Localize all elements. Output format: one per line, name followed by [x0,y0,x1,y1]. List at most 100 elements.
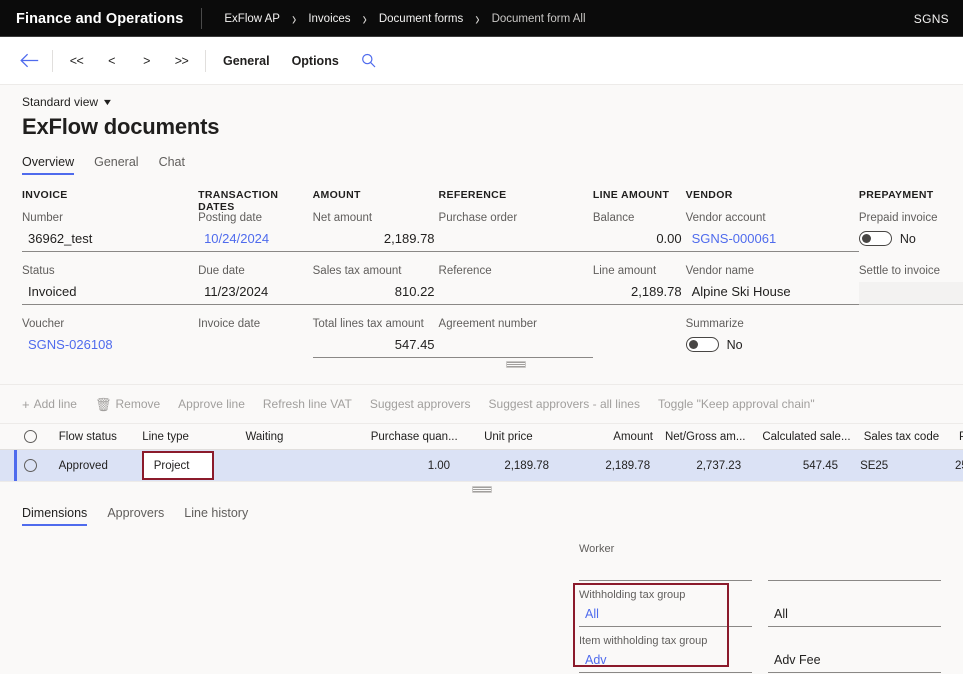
field-posting-date: Posting date 10/24/2024 [198,211,313,252]
search-icon[interactable] [354,47,384,75]
tab-chat[interactable]: Chat [149,153,195,175]
input-vendor-name[interactable]: Alpine Ski House [685,282,859,305]
menu-options[interactable]: Options [281,49,350,73]
form-resize-grip[interactable] [439,361,593,368]
field-due-date: Due date 11/23/2024 [198,264,313,305]
field-summarize: Summarize No [685,317,859,352]
record-pager: << < > >> [59,50,199,72]
label-purchase-order: Purchase order [438,212,518,224]
suggest-approvers-button[interactable]: Suggest approvers [361,394,480,414]
column-header-flow-status[interactable]: Flow status [47,431,136,443]
page-title: ExFlow documents [22,114,220,139]
field-line-amount: Line amount 2,189.78 [592,264,686,305]
link-voucher[interactable]: SGNS-026108 [22,335,198,357]
input-sales-tax-amount[interactable]: 810.22 [312,282,439,305]
column-header-unit-price[interactable]: Unit price [466,431,569,443]
link-item-withholding-tax-group[interactable]: Adv [579,651,752,673]
input-total-lines-tax-amount[interactable]: 547.45 [312,335,439,358]
company-indicator[interactable]: SGNS [914,12,949,26]
input-invoice-date[interactable] [198,335,313,357]
back-arrow-icon[interactable] [12,46,46,76]
field-purchase-order: Purchase order [438,211,593,252]
group-line-amount: LINE AMOUNT Balance 0.00 Line amount 2,1… [592,189,686,380]
field-vendor-name: Vendor name Alpine Ski House [685,264,859,305]
refresh-line-vat-button[interactable]: Refresh line VAT [254,394,361,414]
link-withholding-tax-group[interactable]: All [579,605,752,627]
tab-approvers[interactable]: Approvers [97,504,174,526]
column-header-purchase-quantity[interactable]: Purchase quan... [347,431,466,443]
field-item-withholding-tax-group: Item withholding tax group Adv [579,627,752,673]
field-withholding-tax-group-name: All [768,581,941,627]
chevron-right-icon: › [362,7,367,30]
column-header-amount[interactable]: Amount [570,431,659,443]
group-invoice: INVOICE Number 36962_test Status Invoice… [22,189,199,380]
breadcrumb-item-0[interactable]: ExFlow AP [224,13,280,25]
input-line-amount[interactable]: 2,189.78 [592,282,686,305]
chevron-down-icon: ▼ [101,97,114,107]
dimensions-left-column: Worker Withholding tax group All Item wi… [579,535,752,673]
input-number[interactable]: 36962_test [22,229,199,252]
input-withholding-tax-group-name[interactable]: All [768,605,941,627]
command-divider [52,49,53,72]
tab-overview[interactable]: Overview [22,153,84,175]
column-header-waiting[interactable]: Waiting [239,431,346,443]
last-record-button[interactable]: >> [164,50,199,72]
tab-general[interactable]: General [84,153,148,175]
link-vendor-account[interactable]: SGNS-000061 [685,229,859,252]
cell-line-type[interactable]: Project [141,451,214,480]
field-item-withholding-tax-group-name: Adv Fee [768,627,941,673]
breadcrumb-item-2[interactable]: Document forms [379,13,463,25]
cell-purchase-quantity: 1.00 [427,459,451,472]
page-tabstrip: Overview General Chat [0,153,963,175]
input-reference[interactable] [438,282,593,305]
input-balance[interactable]: 0.00 [592,229,686,252]
input-worker-name[interactable] [768,559,941,581]
cell-flow-status: Approved [58,459,108,472]
menu-general[interactable]: General [212,49,281,73]
breadcrumb: ExFlow AP › Invoices › Document forms › … [202,8,586,30]
field-reference: Reference [438,264,593,305]
toggle-summarize[interactable] [685,337,719,352]
input-purchase-order[interactable] [438,229,593,252]
first-record-button[interactable]: << [59,50,94,72]
input-item-withholding-tax-group-name[interactable]: Adv Fee [768,651,941,673]
input-posting-date[interactable]: 10/24/2024 [198,229,313,252]
select-all-header[interactable] [0,430,47,443]
approve-line-button[interactable]: Approve line [169,394,254,414]
field-net-amount: Net amount 2,189.78 [312,211,439,252]
column-header-net-gross-amount[interactable]: Net/Gross am... [659,431,754,443]
suggest-approvers-all-lines-button[interactable]: Suggest approvers - all lines [480,394,649,414]
dimensions-panel: Worker Withholding tax group All Item wi… [0,526,963,674]
column-header-line-type[interactable]: Line type [136,431,239,443]
toggle-prepaid-invoice[interactable] [858,231,892,246]
column-header-calculated-sales-tax[interactable]: Calculated sale... [754,431,857,443]
input-due-date[interactable]: 11/23/2024 [198,282,313,305]
table-row[interactable]: Approved Project 1.00 2,189.78 2,189.78 … [0,450,963,481]
input-settle-to-invoice[interactable] [858,282,963,305]
column-header-percent[interactable]: Percent [953,431,963,443]
column-header-sales-tax-code[interactable]: Sales tax code [858,431,953,443]
input-status[interactable]: Invoiced [22,282,199,305]
tab-line-history[interactable]: Line history [174,504,258,526]
group-reference: REFERENCE Purchase order Reference Agree… [438,189,593,380]
row-select-radio[interactable] [0,459,47,472]
input-agreement-number[interactable] [438,335,593,358]
remove-line-button[interactable]: 🗑 Remove [86,394,169,414]
previous-record-button[interactable]: < [94,50,129,72]
group-title-vendor: VENDOR [685,189,733,201]
label-item-withholding-tax-group: Item withholding tax group [579,635,708,647]
top-app-bar: Finance and Operations ExFlow AP › Invoi… [0,0,963,37]
toggle-keep-approval-chain-button[interactable]: Toggle "Keep approval chain" [649,394,824,414]
breadcrumb-item-3[interactable]: Document form All [492,13,586,25]
add-line-button[interactable]: + Add line [22,394,86,414]
view-selector[interactable]: Standard view ▼ [22,95,114,109]
input-worker[interactable] [579,559,752,581]
cell-unit-price: 2,189.78 [504,459,550,472]
breadcrumb-item-1[interactable]: Invoices [308,13,350,25]
detail-tabstrip: Dimensions Approvers Line history [0,504,963,526]
tab-dimensions[interactable]: Dimensions [22,504,97,526]
next-record-button[interactable]: > [129,50,164,72]
grid-resize-grip[interactable] [0,486,963,493]
label-worker: Worker [579,543,615,555]
input-net-amount[interactable]: 2,189.78 [312,229,439,252]
